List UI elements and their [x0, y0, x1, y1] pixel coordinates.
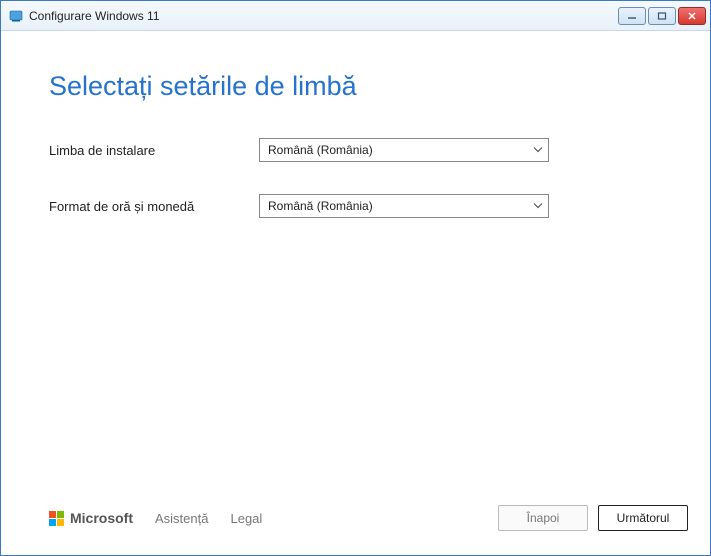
microsoft-logo: Microsoft: [49, 510, 133, 526]
close-button[interactable]: [678, 7, 706, 25]
time-currency-row: Format de oră și monedă Română (România): [49, 194, 662, 218]
minimize-button[interactable]: [618, 7, 646, 25]
content-area: Selectați setările de limbă Limba de ins…: [1, 31, 710, 555]
microsoft-logo-icon: [49, 511, 64, 526]
app-icon: [9, 9, 23, 23]
install-language-row: Limba de instalare Română (România): [49, 138, 662, 162]
window-title: Configurare Windows 11: [29, 9, 618, 23]
time-currency-select[interactable]: Română (România): [259, 194, 549, 218]
maximize-button[interactable]: [648, 7, 676, 25]
legal-link[interactable]: Legal: [230, 511, 262, 526]
install-language-select[interactable]: Română (România): [259, 138, 549, 162]
back-button[interactable]: Înapoi: [498, 505, 588, 531]
window-controls: [618, 7, 706, 25]
next-button[interactable]: Următorul: [598, 505, 688, 531]
footer: Microsoft Asistență Legal Înapoi Următor…: [49, 505, 688, 531]
install-language-label: Limba de instalare: [49, 143, 259, 158]
time-currency-value: Română (România): [259, 194, 549, 218]
time-currency-label: Format de oră și monedă: [49, 199, 259, 214]
install-language-value: Română (România): [259, 138, 549, 162]
support-link[interactable]: Asistență: [155, 511, 208, 526]
microsoft-logo-text: Microsoft: [70, 510, 133, 526]
setup-window: Configurare Windows 11 Selectați setăril…: [0, 0, 711, 556]
page-heading: Selectați setările de limbă: [49, 71, 662, 102]
titlebar: Configurare Windows 11: [1, 1, 710, 31]
